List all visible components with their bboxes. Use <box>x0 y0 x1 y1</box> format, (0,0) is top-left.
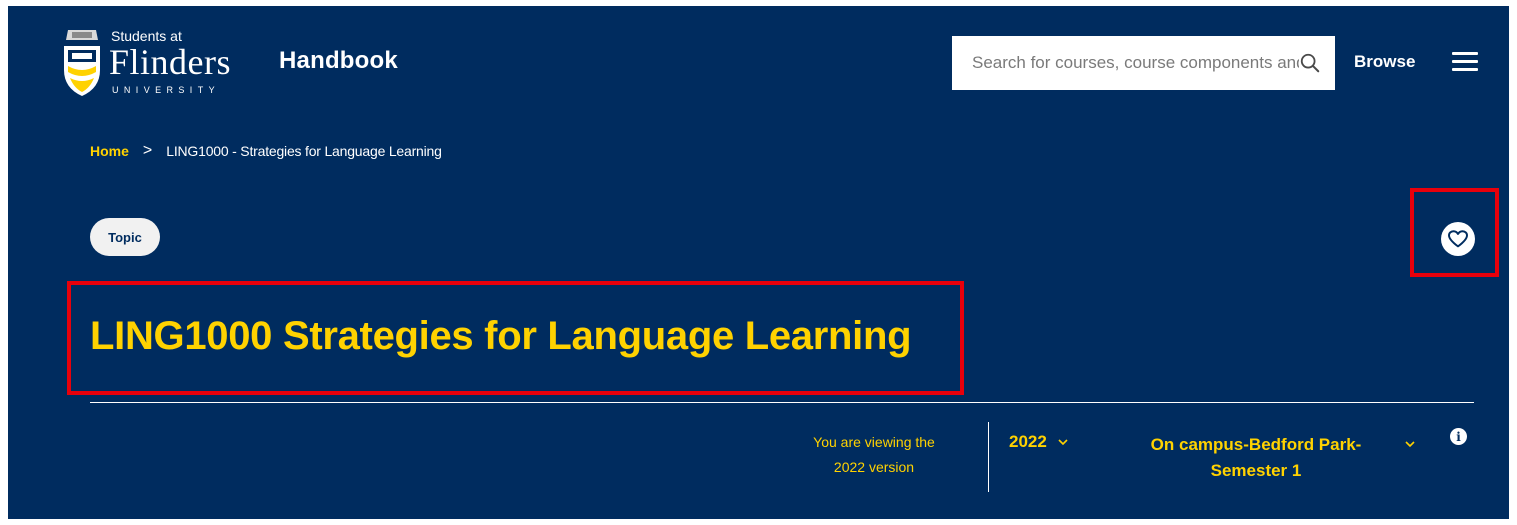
search-input[interactable] <box>972 53 1299 73</box>
version-notice-line-1: You are viewing the <box>813 434 935 450</box>
crest-icon <box>64 30 100 96</box>
logo-line-2: Flinders <box>109 42 232 82</box>
title-divider <box>90 402 1474 403</box>
hamburger-menu-icon[interactable] <box>1452 52 1478 72</box>
breadcrumb-home-link[interactable]: Home <box>90 143 129 159</box>
topic-badge: Topic <box>90 218 160 256</box>
info-icon[interactable]: i <box>1450 428 1467 445</box>
flinders-logo[interactable]: Students at Flinders UNIVERSITY <box>60 26 250 106</box>
logo-line-3: UNIVERSITY <box>112 85 221 95</box>
breadcrumb: Home > LING1000 - Strategies for Languag… <box>90 142 442 160</box>
handbook-page: Students at Flinders UNIVERSITY Handbook… <box>8 6 1509 519</box>
breadcrumb-separator-icon: > <box>142 142 153 159</box>
year-select[interactable]: 2022 <box>1009 432 1069 452</box>
year-select-value: 2022 <box>1009 432 1047 451</box>
search-icon[interactable] <box>1299 52 1321 74</box>
chevron-down-icon[interactable] <box>1404 440 1416 448</box>
breadcrumb-current: LING1000 - Strategies for Language Learn… <box>166 143 442 159</box>
favourite-highlight-box <box>1410 188 1499 277</box>
browse-button[interactable]: Browse <box>1354 52 1415 72</box>
campus-select-line-2: Semester 1 <box>1210 461 1302 480</box>
chevron-down-icon <box>1058 439 1068 446</box>
campus-select-line-1: On campus-Bedford Park- <box>1150 435 1362 454</box>
campus-select[interactable]: On campus-Bedford Park- Semester 1 <box>1132 432 1380 484</box>
title-highlight-box <box>67 281 964 395</box>
version-notice: You are viewing the 2022 version <box>794 430 954 480</box>
search-box[interactable] <box>952 36 1335 90</box>
version-notice-line-2: 2022 version <box>833 459 915 475</box>
app-title[interactable]: Handbook <box>279 47 398 75</box>
version-divider <box>988 422 989 492</box>
